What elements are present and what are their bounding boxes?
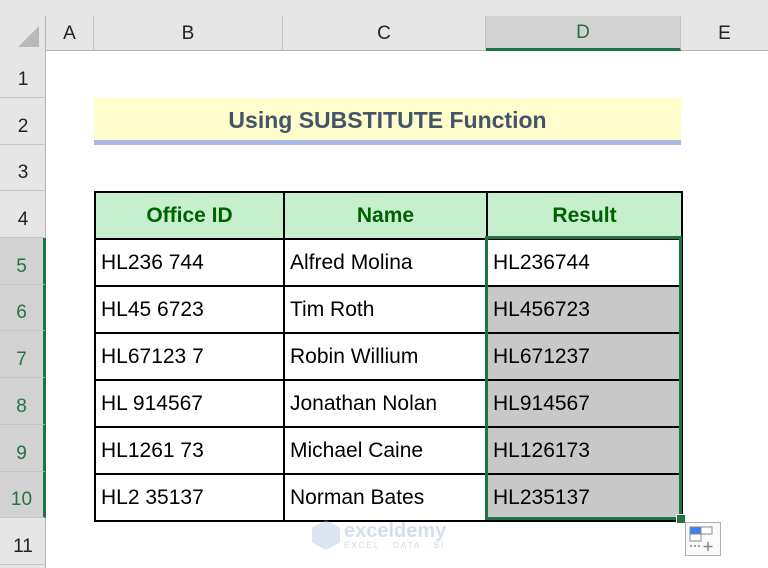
office-id-cell[interactable]: HL1261 73 — [94, 426, 285, 475]
row-header-3[interactable]: 3 — [0, 145, 46, 191]
select-all-button[interactable] — [0, 16, 46, 51]
header-name[interactable]: Name — [283, 191, 488, 240]
watermark-name: exceldemy — [344, 519, 447, 542]
result-cell[interactable]: HL456723 — [486, 285, 683, 334]
name-cell[interactable]: Jonathan Nolan — [283, 379, 488, 428]
row-header-4[interactable]: 4 — [0, 191, 46, 238]
name-cell[interactable]: Tim Roth — [283, 285, 488, 334]
office-id-cell[interactable]: HL 914567 — [94, 379, 285, 428]
quick-analysis-icon — [689, 526, 713, 551]
office-id-cell[interactable]: HL45 6723 — [94, 285, 285, 334]
header-result[interactable]: Result — [486, 191, 683, 240]
row-header-11[interactable]: 11 — [0, 518, 46, 565]
table-header-row: Office ID Name Result — [94, 191, 683, 240]
result-cell-active[interactable]: HL236744 — [486, 238, 683, 287]
column-header-c[interactable]: C — [283, 16, 486, 51]
name-cell[interactable]: Alfred Molina — [283, 238, 488, 287]
table-row: HL1261 73 Michael Caine HL126173 — [94, 426, 683, 475]
exceldemy-logo-icon — [312, 520, 340, 550]
table-row: HL45 6723 Tim Roth HL456723 — [94, 285, 683, 334]
result-cell[interactable]: HL126173 — [486, 426, 683, 475]
sheet-title[interactable]: Using SUBSTITUTE Function — [94, 98, 681, 145]
row-header-7[interactable]: 7 — [0, 331, 46, 378]
row-header-10[interactable]: 10 — [0, 472, 46, 518]
name-cell[interactable]: Norman Bates — [283, 473, 488, 522]
row-header-8[interactable]: 8 — [0, 378, 46, 425]
column-header-e[interactable]: E — [681, 16, 768, 51]
office-id-cell[interactable]: HL2 35137 — [94, 473, 285, 522]
column-header-b[interactable]: B — [94, 16, 283, 51]
result-cell[interactable]: HL914567 — [486, 379, 683, 428]
office-id-cell[interactable]: HL67123 7 — [94, 332, 285, 381]
watermark-tagline: EXCEL · DATA · BI — [344, 540, 446, 550]
row-header-9[interactable]: 9 — [0, 425, 46, 472]
header-office-id[interactable]: Office ID — [94, 191, 285, 240]
result-cell[interactable]: HL671237 — [486, 332, 683, 381]
select-all-triangle-icon — [18, 26, 39, 47]
row-header-5[interactable]: 5 — [0, 238, 46, 285]
table-row: HL67123 7 Robin Willium HL671237 — [94, 332, 683, 381]
office-id-cell[interactable]: HL236 744 — [94, 238, 285, 287]
name-cell[interactable]: Michael Caine — [283, 426, 488, 475]
table-row: HL2 35137 Norman Bates HL235137 — [94, 473, 683, 522]
watermark: exceldemy EXCEL · DATA · BI — [312, 520, 446, 550]
column-header-d[interactable]: D — [486, 16, 681, 51]
row-header-2[interactable]: 2 — [0, 98, 46, 145]
column-header-a[interactable]: A — [46, 16, 94, 51]
row-header-6[interactable]: 6 — [0, 285, 46, 331]
table-row: HL236 744 Alfred Molina HL236744 — [94, 238, 683, 287]
name-cell[interactable]: Robin Willium — [283, 332, 488, 381]
table-row: HL 914567 Jonathan Nolan HL914567 — [94, 379, 683, 428]
data-table: Office ID Name Result HL236 744 Alfred M… — [94, 191, 683, 522]
result-cell[interactable]: HL235137 — [486, 473, 683, 522]
row-header-1[interactable]: 1 — [0, 51, 46, 98]
quick-analysis-button[interactable] — [685, 522, 721, 556]
